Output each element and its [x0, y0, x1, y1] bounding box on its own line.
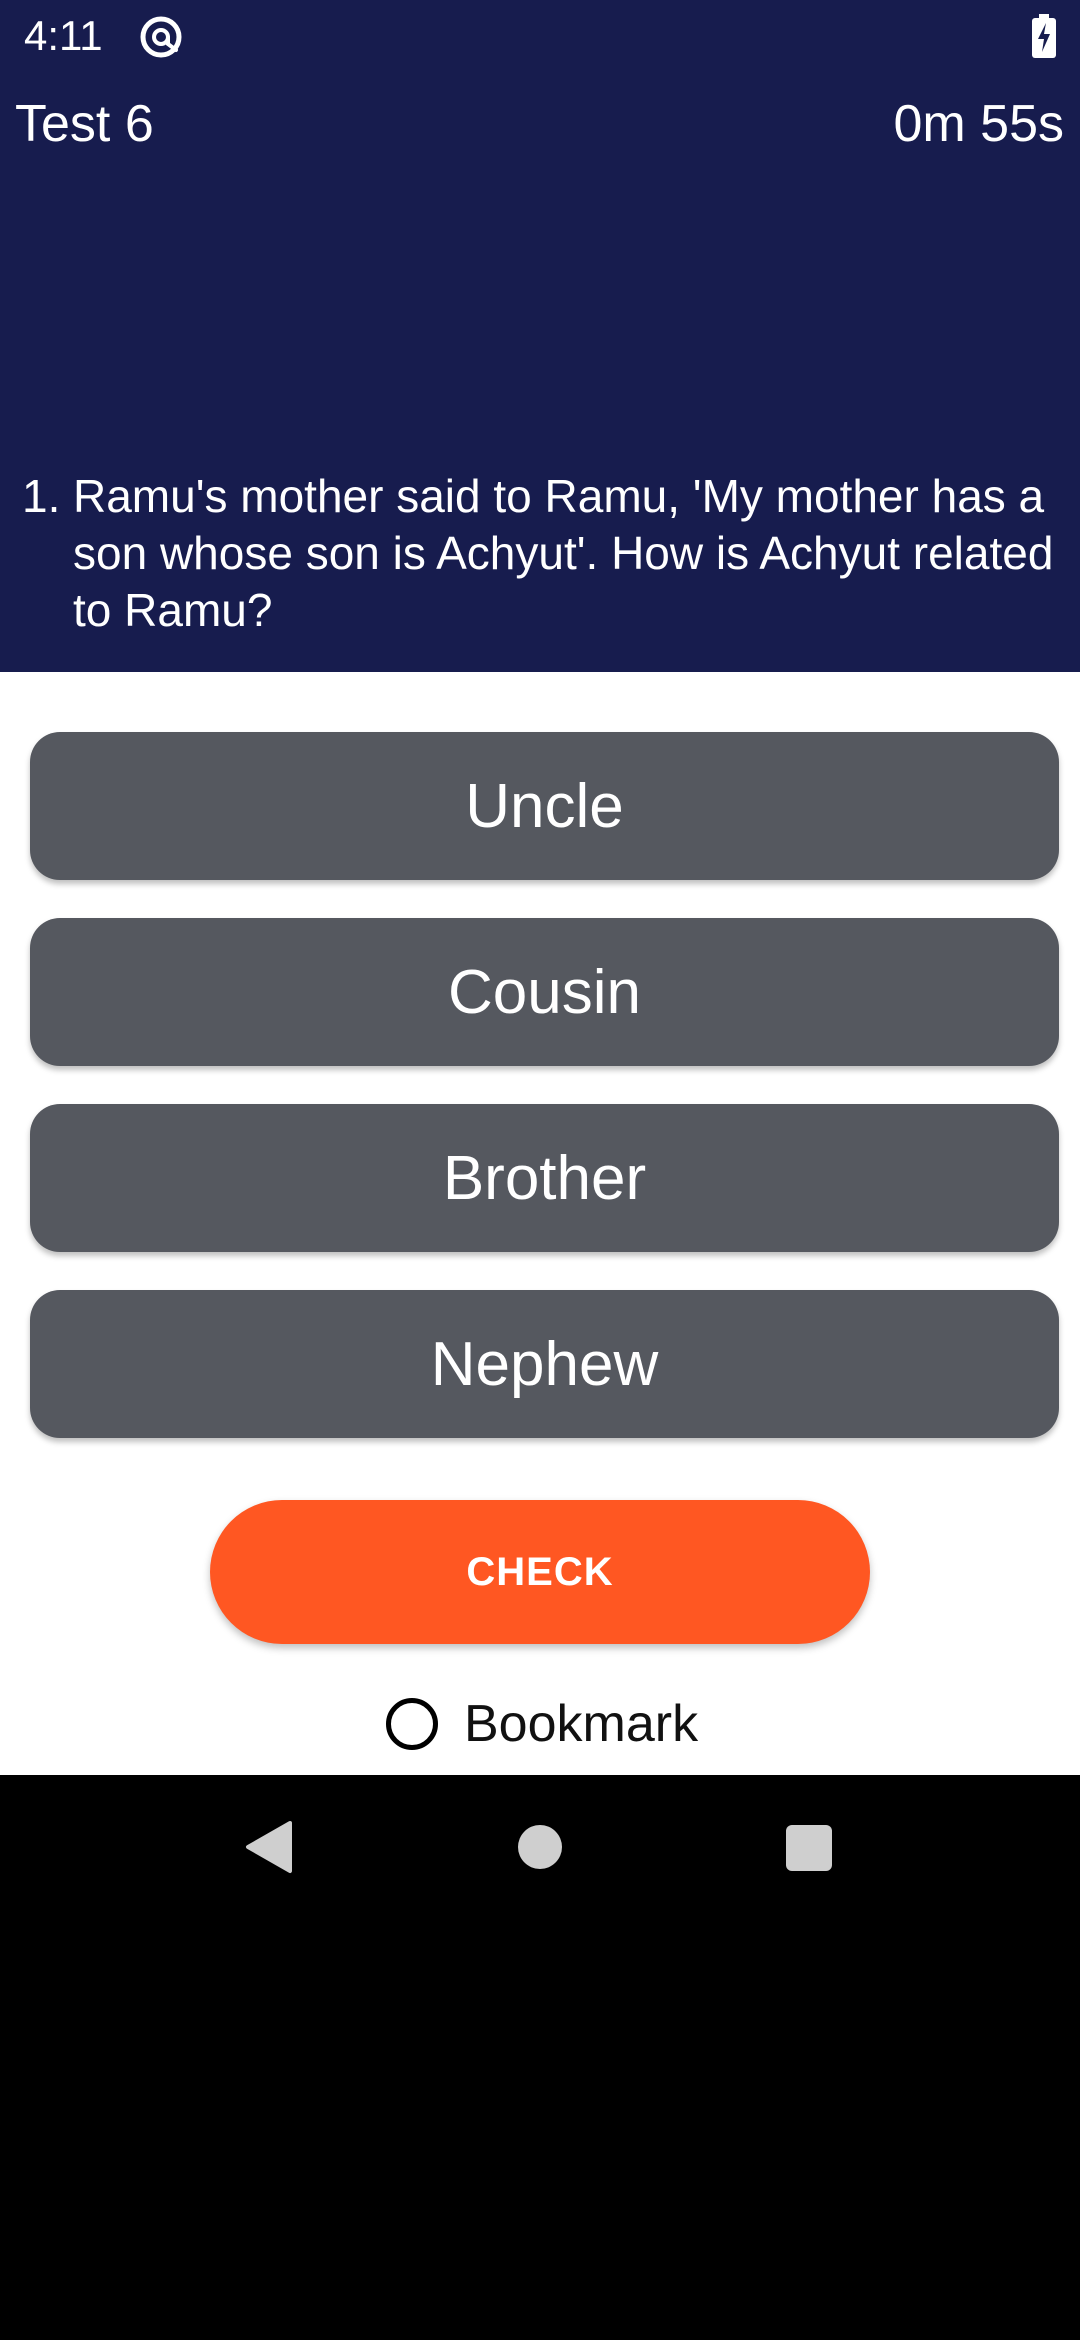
back-triangle-icon[interactable] [244, 1820, 292, 1874]
at-sign-icon [140, 16, 182, 58]
option-brother[interactable]: Brother [30, 1104, 1059, 1252]
question-text: Ramu's mother said to Ramu, 'My mother h… [73, 470, 1054, 636]
test-title: Test 6 [15, 95, 154, 153]
check-button[interactable]: CHECK [210, 1500, 870, 1644]
option-uncle[interactable]: Uncle [30, 732, 1059, 880]
system-navbar [0, 1775, 1080, 1920]
timer: 0m 55s [893, 95, 1064, 153]
bookmark-toggle[interactable]: Bookmark [386, 1689, 698, 1759]
bookmark-radio-icon[interactable] [386, 1698, 438, 1750]
content-area: Uncle Cousin Brother Nephew CHECK Bookma… [0, 672, 1080, 1775]
question-number: 1. [22, 470, 61, 522]
status-time: 4:11 [24, 12, 103, 59]
option-cousin[interactable]: Cousin [30, 918, 1059, 1066]
battery-charging-icon [1032, 14, 1056, 58]
question: 1. Ramu's mother said to Ramu, 'My mothe… [22, 468, 1062, 639]
option-nephew[interactable]: Nephew [30, 1290, 1059, 1438]
recents-square-icon[interactable] [786, 1825, 832, 1871]
home-circle-icon[interactable] [518, 1825, 562, 1869]
header: 4:11 Test 6 0m 55s 1. Ramu's mother said… [0, 0, 1080, 672]
quiz-screen: 4:11 Test 6 0m 55s 1. Ramu's mother said… [0, 0, 1080, 2340]
bookmark-label: Bookmark [464, 1695, 699, 1753]
